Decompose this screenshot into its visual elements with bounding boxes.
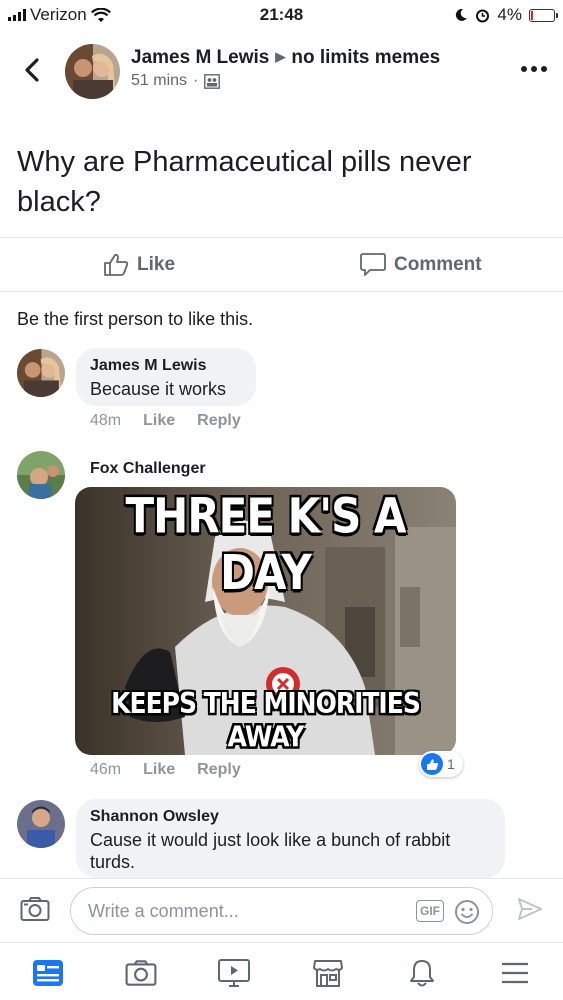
comment-like-link[interactable]: Like <box>143 761 175 779</box>
meta-dot: · <box>193 72 199 89</box>
divider <box>0 291 563 292</box>
alarm-icon <box>476 9 490 22</box>
nav-marketplace[interactable] <box>308 953 348 993</box>
comment-time: 48m <box>90 412 122 429</box>
moon-icon <box>456 8 468 21</box>
camera-icon[interactable] <box>20 896 50 922</box>
comment-text: Cause it would just look like a bunch of… <box>90 830 451 872</box>
comment-bubble[interactable]: James M Lewis Because it works <box>76 348 256 406</box>
comment-composer: Write a comment... GIF <box>0 878 563 942</box>
comment-like-link[interactable]: Like <box>143 412 175 430</box>
status-bar: Verizon 21:48 4% <box>0 0 563 30</box>
comment-reply-link[interactable]: Reply <box>197 412 241 430</box>
author-avatar[interactable] <box>65 44 120 99</box>
reaction-badge[interactable]: 1 <box>419 751 463 777</box>
news-feed-icon <box>33 960 63 986</box>
comment-reply-link[interactable]: Reply <box>197 761 241 779</box>
reaction-count: 1 <box>447 756 455 772</box>
thumbs-up-icon <box>104 253 129 276</box>
comment-button[interactable]: Comment <box>360 252 482 277</box>
nav-notifications[interactable] <box>402 953 442 993</box>
post-time[interactable]: 51 mins <box>131 72 187 90</box>
post-text: Why are Pharmaceutical pills never black… <box>17 146 472 218</box>
bottom-navigation <box>0 942 563 1000</box>
shared-to-arrow-icon: ▶ <box>275 49 286 64</box>
sticker-icon[interactable] <box>454 899 480 925</box>
group-privacy-icon <box>204 73 221 89</box>
comment-label: Comment <box>394 253 482 275</box>
comment-avatar[interactable] <box>17 349 65 397</box>
comment-text: Because it works <box>90 379 227 399</box>
comment-meta: 46m Like Reply <box>90 761 241 779</box>
nav-news-feed[interactable] <box>28 953 68 993</box>
marketplace-icon <box>313 960 343 987</box>
comment-placeholder: Write a comment... <box>88 901 239 921</box>
comment-author[interactable]: Fox Challenger <box>90 460 206 478</box>
notifications-icon <box>410 960 434 987</box>
more-options-icon[interactable] <box>521 66 547 72</box>
nav-menu[interactable] <box>495 953 535 993</box>
divider <box>0 237 563 238</box>
menu-icon <box>502 962 528 984</box>
comment-bubble-icon <box>360 253 386 276</box>
gif-button[interactable]: GIF <box>416 900 444 922</box>
nav-camera[interactable] <box>121 953 161 993</box>
post-header: James M Lewis ▶ no limits memes 51 mins · <box>0 42 563 102</box>
battery-percent: 4% <box>497 5 522 24</box>
comment-time: 46m <box>90 761 122 778</box>
comment-bubble[interactable]: Shannon Owsley Cause it would just look … <box>76 799 505 878</box>
nav-watch[interactable] <box>214 953 254 993</box>
group-name[interactable]: no limits memes <box>291 47 440 68</box>
meme-bottom-caption: KEEPS THE MINORITIES AWAY <box>111 686 421 754</box>
like-button[interactable]: Like <box>103 252 175 277</box>
meme-top-caption: THREE K'S A DAY <box>125 487 407 601</box>
like-label: Like <box>137 253 176 275</box>
post-actions: Like Comment <box>0 240 563 290</box>
comment-meta: 48m Like Reply <box>90 412 241 430</box>
battery-icon <box>529 8 558 22</box>
comment-input[interactable]: Write a comment... GIF <box>70 887 493 935</box>
watch-icon <box>218 959 250 987</box>
author-name[interactable]: James M Lewis <box>131 47 269 68</box>
comment-avatar[interactable] <box>17 451 65 499</box>
comment-avatar[interactable] <box>17 800 65 848</box>
meme-image[interactable]: THREE K'S A DAY KEEPS THE MINORITIES AWA… <box>75 487 456 755</box>
comment-author[interactable]: James M Lewis <box>90 357 242 375</box>
like-reaction-icon <box>421 753 443 775</box>
comment-author[interactable]: Shannon Owsley <box>90 808 491 826</box>
likes-summary: Be the first person to like this. <box>17 309 254 329</box>
send-icon[interactable] <box>517 897 543 921</box>
camera-icon <box>125 960 157 986</box>
back-arrow-icon[interactable] <box>22 56 44 84</box>
